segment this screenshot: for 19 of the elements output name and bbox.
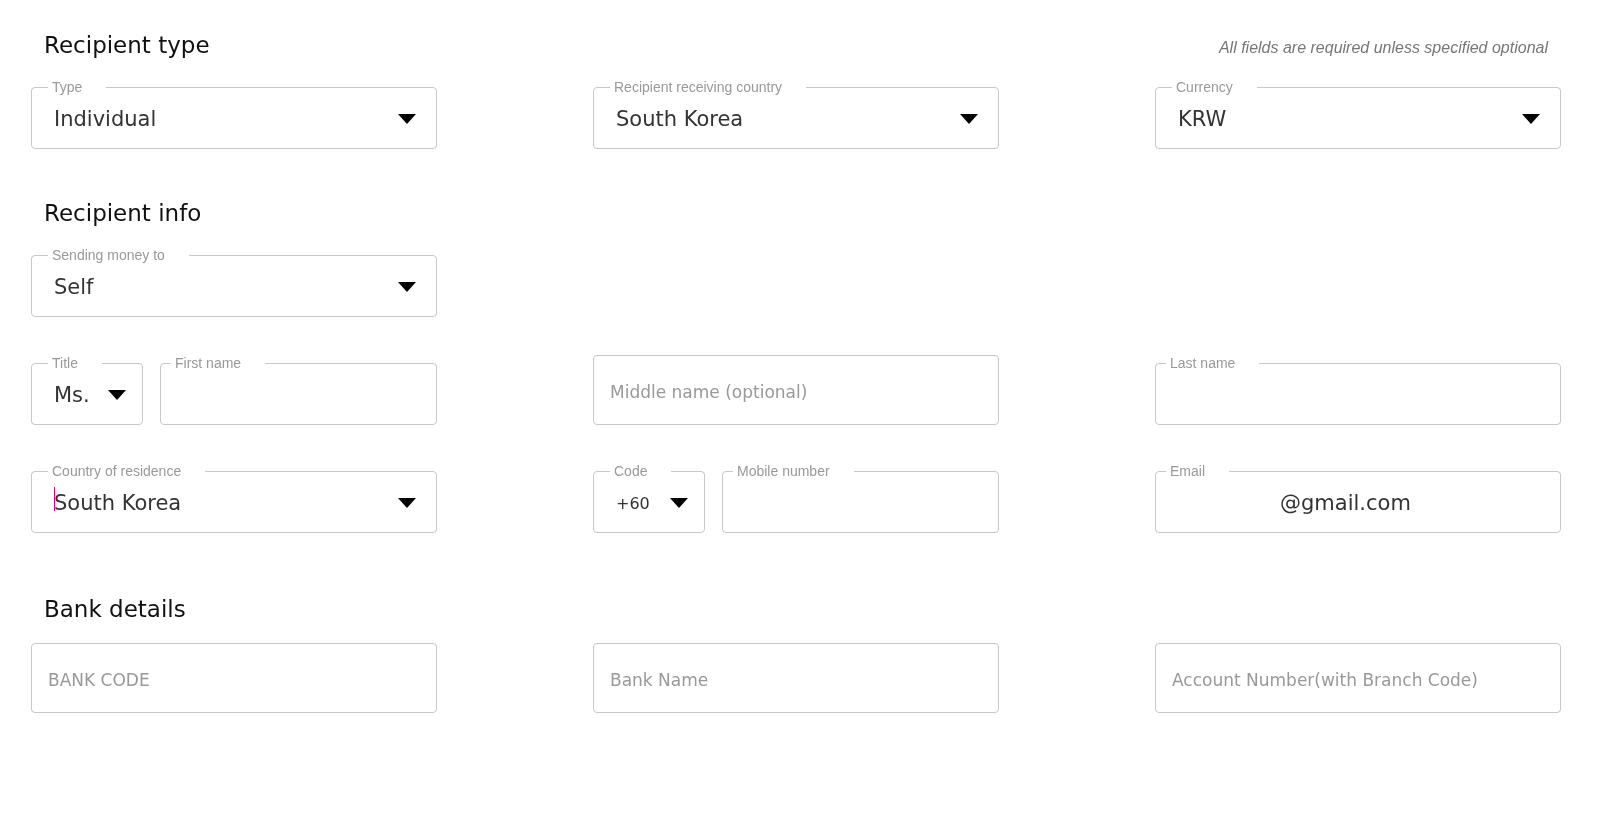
select-field[interactable]: Code +60 (593, 463, 705, 533)
select-field[interactable]: Title Ms. (31, 355, 143, 425)
dropdown-caret-icon (398, 282, 416, 292)
select-field[interactable]: Recipient receiving country South Korea (593, 79, 999, 149)
dropdown-caret-icon (398, 498, 416, 508)
dropdown-caret-icon (960, 114, 978, 124)
dropdown-caret-icon (1522, 114, 1540, 124)
input-field[interactable]: Email @gmail.com (1155, 463, 1561, 533)
select-field[interactable]: Sending money to Self (31, 247, 437, 317)
section-heading: Bank details (44, 596, 186, 622)
dropdown-caret-icon (670, 498, 688, 508)
dropdown-caret-icon (398, 114, 416, 124)
select-field[interactable]: Country of residence South Korea (31, 463, 437, 533)
section-heading: Recipient info (44, 200, 202, 226)
select-field[interactable]: Type Individual (31, 79, 437, 149)
required-note: All fields are required unless specified optional (1218, 39, 1548, 57)
select-field[interactable]: Currency KRW (1155, 79, 1561, 149)
dropdown-caret-icon (108, 390, 126, 400)
section-heading: Recipient type (44, 32, 210, 58)
